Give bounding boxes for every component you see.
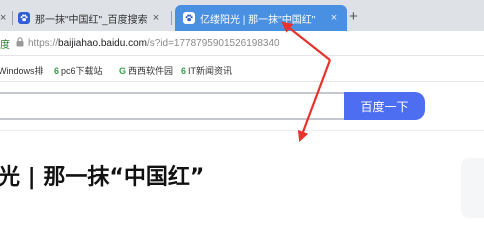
baidu-paw-icon — [183, 12, 195, 24]
url-host: baijiahao.baidu.com — [58, 37, 147, 49]
bookmark-xixi[interactable]: G 西西软件园 — [119, 64, 173, 77]
tab-partial[interactable]: × — [0, 5, 10, 31]
bookmark-label: Windows排 — [0, 66, 44, 76]
search-input[interactable] — [0, 92, 344, 120]
side-panel — [461, 158, 484, 218]
address-bar[interactable]: 度 https:// baijiahao.baidu.com /s?id=177… — [0, 31, 484, 56]
bookmark-pc6[interactable]: 6 pc6下载站 — [54, 64, 103, 77]
tab-baidu-search[interactable]: 那一抹"中国红"_百度搜索 × — [14, 5, 169, 31]
baidu-paw-icon — [18, 12, 30, 24]
xixi-icon: G — [119, 65, 127, 76]
new-tab-button[interactable]: + — [349, 8, 358, 25]
bookmarks-bar: Windows排 6 pc6下载站 G 西西软件园 6 IT新闻资讯 — [0, 57, 484, 82]
bookmark-label: 西西软件园 — [128, 66, 174, 76]
tab-separator — [171, 11, 172, 25]
tab-close-icon[interactable]: × — [0, 12, 6, 24]
divider — [0, 130, 484, 131]
bookmark-label: pc6下载站 — [61, 66, 103, 76]
url-scheme: https:// — [28, 37, 59, 49]
tab-close-icon[interactable]: × — [327, 12, 341, 24]
it-news-icon: 6 — [181, 65, 187, 76]
tab-separator — [12, 11, 13, 25]
tab-title: 亿缕阳光 | 那一抹"中国红" — [200, 14, 316, 26]
tab-article-active[interactable]: 亿缕阳光 | 那一抹"中国红" × — [175, 5, 347, 31]
bookmark-windows[interactable]: Windows排 — [0, 64, 44, 77]
lock-icon[interactable] — [16, 36, 24, 50]
baidu-search-button[interactable]: 百度一下 — [344, 92, 425, 120]
site-security-label[interactable]: 度 — [0, 36, 10, 51]
url-path: /s?id=1778795901526198340 — [146, 37, 280, 49]
tab-close-icon[interactable]: × — [149, 12, 163, 24]
page-content: 百度一下 光 | 那一抹“中国红” — [0, 83, 484, 218]
bookmark-it-news[interactable]: 6 IT新闻资讯 — [181, 64, 232, 77]
article-headline: 光 | 那一抹“中国红” — [0, 165, 205, 190]
pc6-icon: 6 — [54, 65, 60, 76]
bookmark-label: IT新闻资讯 — [188, 66, 233, 76]
tab-title: 那一抹"中国红"_百度搜索 — [35, 14, 148, 26]
tab-strip: × 那一抹"中国红"_百度搜索 × 亿缕阳光 | 那一抹"中国红" × + — [0, 0, 484, 31]
